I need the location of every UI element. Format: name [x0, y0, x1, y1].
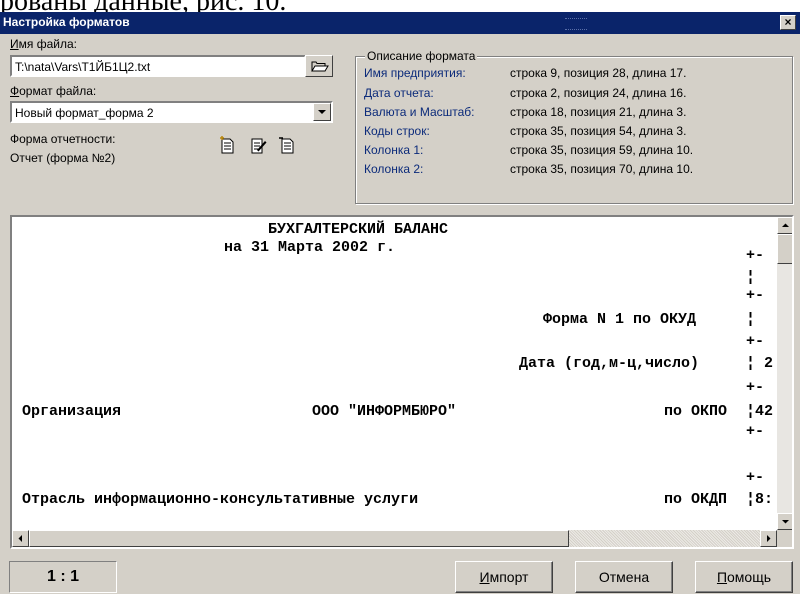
description-key: Дата отчета: — [364, 86, 434, 100]
preview-edge-mark: ¦42 — [746, 403, 774, 420]
arrow-down-icon — [782, 520, 789, 524]
description-value: строка 35, позиция 70, длина 10. — [510, 162, 694, 176]
close-button[interactable]: × — [780, 15, 796, 30]
edit-format-icon — [251, 138, 267, 154]
preview-edge-mark: +- — [746, 333, 765, 350]
open-file-icon — [311, 61, 329, 72]
scroll-right-button[interactable] — [760, 530, 777, 547]
file-format-select[interactable]: Новый формат_форма 2 — [10, 101, 333, 123]
close-icon: × — [784, 15, 792, 29]
preview-date-code-line: Дата (год,м-ц,число) — [519, 355, 700, 372]
edit-format-button[interactable] — [248, 136, 268, 156]
description-key: Валюта и Масштаб: — [364, 105, 475, 119]
description-value: строка 18, позиция 21, длина 3. — [510, 105, 687, 119]
file-name-input[interactable]: T:\nata\Vars\Т1ЙБ1Ц2.txt — [10, 55, 306, 77]
description-key: Коды строк: — [364, 124, 430, 138]
preview-edge-mark: +- — [746, 287, 765, 304]
vertical-scrollbar[interactable] — [777, 217, 792, 517]
preview-edge-mark: ¦ — [746, 311, 756, 328]
format-settings-dialog: Настройка форматов × Имя файла: T:\nata\… — [0, 12, 800, 594]
report-form-label: Форма отчетности: — [10, 132, 116, 146]
new-format-icon — [220, 136, 234, 154]
report-form-value: Отчет (форма №2) — [10, 151, 116, 165]
description-key: Колонка 1: — [364, 143, 424, 157]
horizontal-scrollbar[interactable] — [12, 530, 777, 547]
help-button[interactable]: Помощь — [695, 561, 793, 593]
horizontal-scroll-thumb[interactable] — [29, 530, 569, 547]
zoom-indicator: 1 : 1 — [9, 561, 117, 593]
preview-title-line: БУХГАЛТЕРСКИЙ БАЛАНС — [268, 221, 449, 238]
preview-okud-line: Форма N 1 по ОКУД — [543, 311, 697, 328]
vertical-scroll-thumb[interactable] — [777, 234, 792, 264]
description-key: Колонка 2: — [364, 162, 424, 176]
description-value: строка 35, позиция 54, длина 3. — [510, 124, 687, 138]
title-bar[interactable]: Настройка форматов × — [0, 12, 800, 34]
drag-grip — [565, 18, 587, 30]
preview-branch-line: Отрасль информационно-консультативные ус… — [22, 491, 419, 508]
description-key: Имя предприятия: — [364, 66, 466, 80]
description-value: строка 9, позиция 28, длина 17. — [510, 66, 687, 80]
browse-file-button[interactable] — [305, 55, 333, 77]
preview-okdp-label: по ОКДП — [664, 491, 728, 508]
arrow-left-icon — [18, 535, 22, 542]
description-value: строка 35, позиция 59, длина 10. — [510, 143, 694, 157]
preview-edge-mark: +- — [746, 469, 765, 486]
preview-okpo-label: по ОКПО — [664, 403, 728, 420]
cancel-button[interactable]: Отмена — [575, 561, 673, 593]
new-format-button[interactable] — [218, 136, 238, 156]
preview-edge-mark: ¦8: — [746, 491, 774, 508]
arrow-up-icon — [782, 223, 789, 227]
format-dropdown-button[interactable] — [313, 103, 331, 121]
delete-format-icon — [279, 137, 294, 154]
preview-org-name: ООО "ИНФОРМБЮРО" — [312, 403, 457, 420]
preview-org-label: Организация — [22, 403, 122, 420]
arrow-right-icon — [767, 535, 771, 542]
scroll-up-button[interactable] — [777, 217, 792, 234]
file-name-label: Имя файла: — [10, 37, 77, 51]
scroll-left-button[interactable] — [12, 530, 29, 547]
import-button[interactable]: Импорт — [455, 561, 553, 593]
dropdown-arrow-icon — [318, 110, 326, 114]
scrollbar-corner — [777, 530, 792, 547]
format-description-title: Описание формата — [365, 49, 478, 63]
scroll-down-button[interactable] — [777, 513, 792, 530]
file-preview-pane[interactable]: БУХГАЛТЕРСКИЙ БАЛАНС на 31 Марта 2002 г.… — [10, 215, 794, 549]
preview-edge-mark: +- — [746, 379, 765, 396]
file-format-label: Формат файла: — [10, 84, 97, 98]
preview-date-line: на 31 Марта 2002 г. — [224, 239, 396, 256]
window-title: Настройка форматов — [3, 15, 130, 29]
preview-edge-mark: +- — [746, 423, 765, 440]
description-value: строка 2, позиция 24, длина 16. — [510, 86, 687, 100]
delete-format-button[interactable] — [278, 136, 298, 156]
preview-edge-mark: ¦ — [746, 269, 756, 286]
preview-edge-mark: +- — [746, 247, 765, 264]
preview-edge-mark: ¦ 2 — [746, 355, 774, 372]
